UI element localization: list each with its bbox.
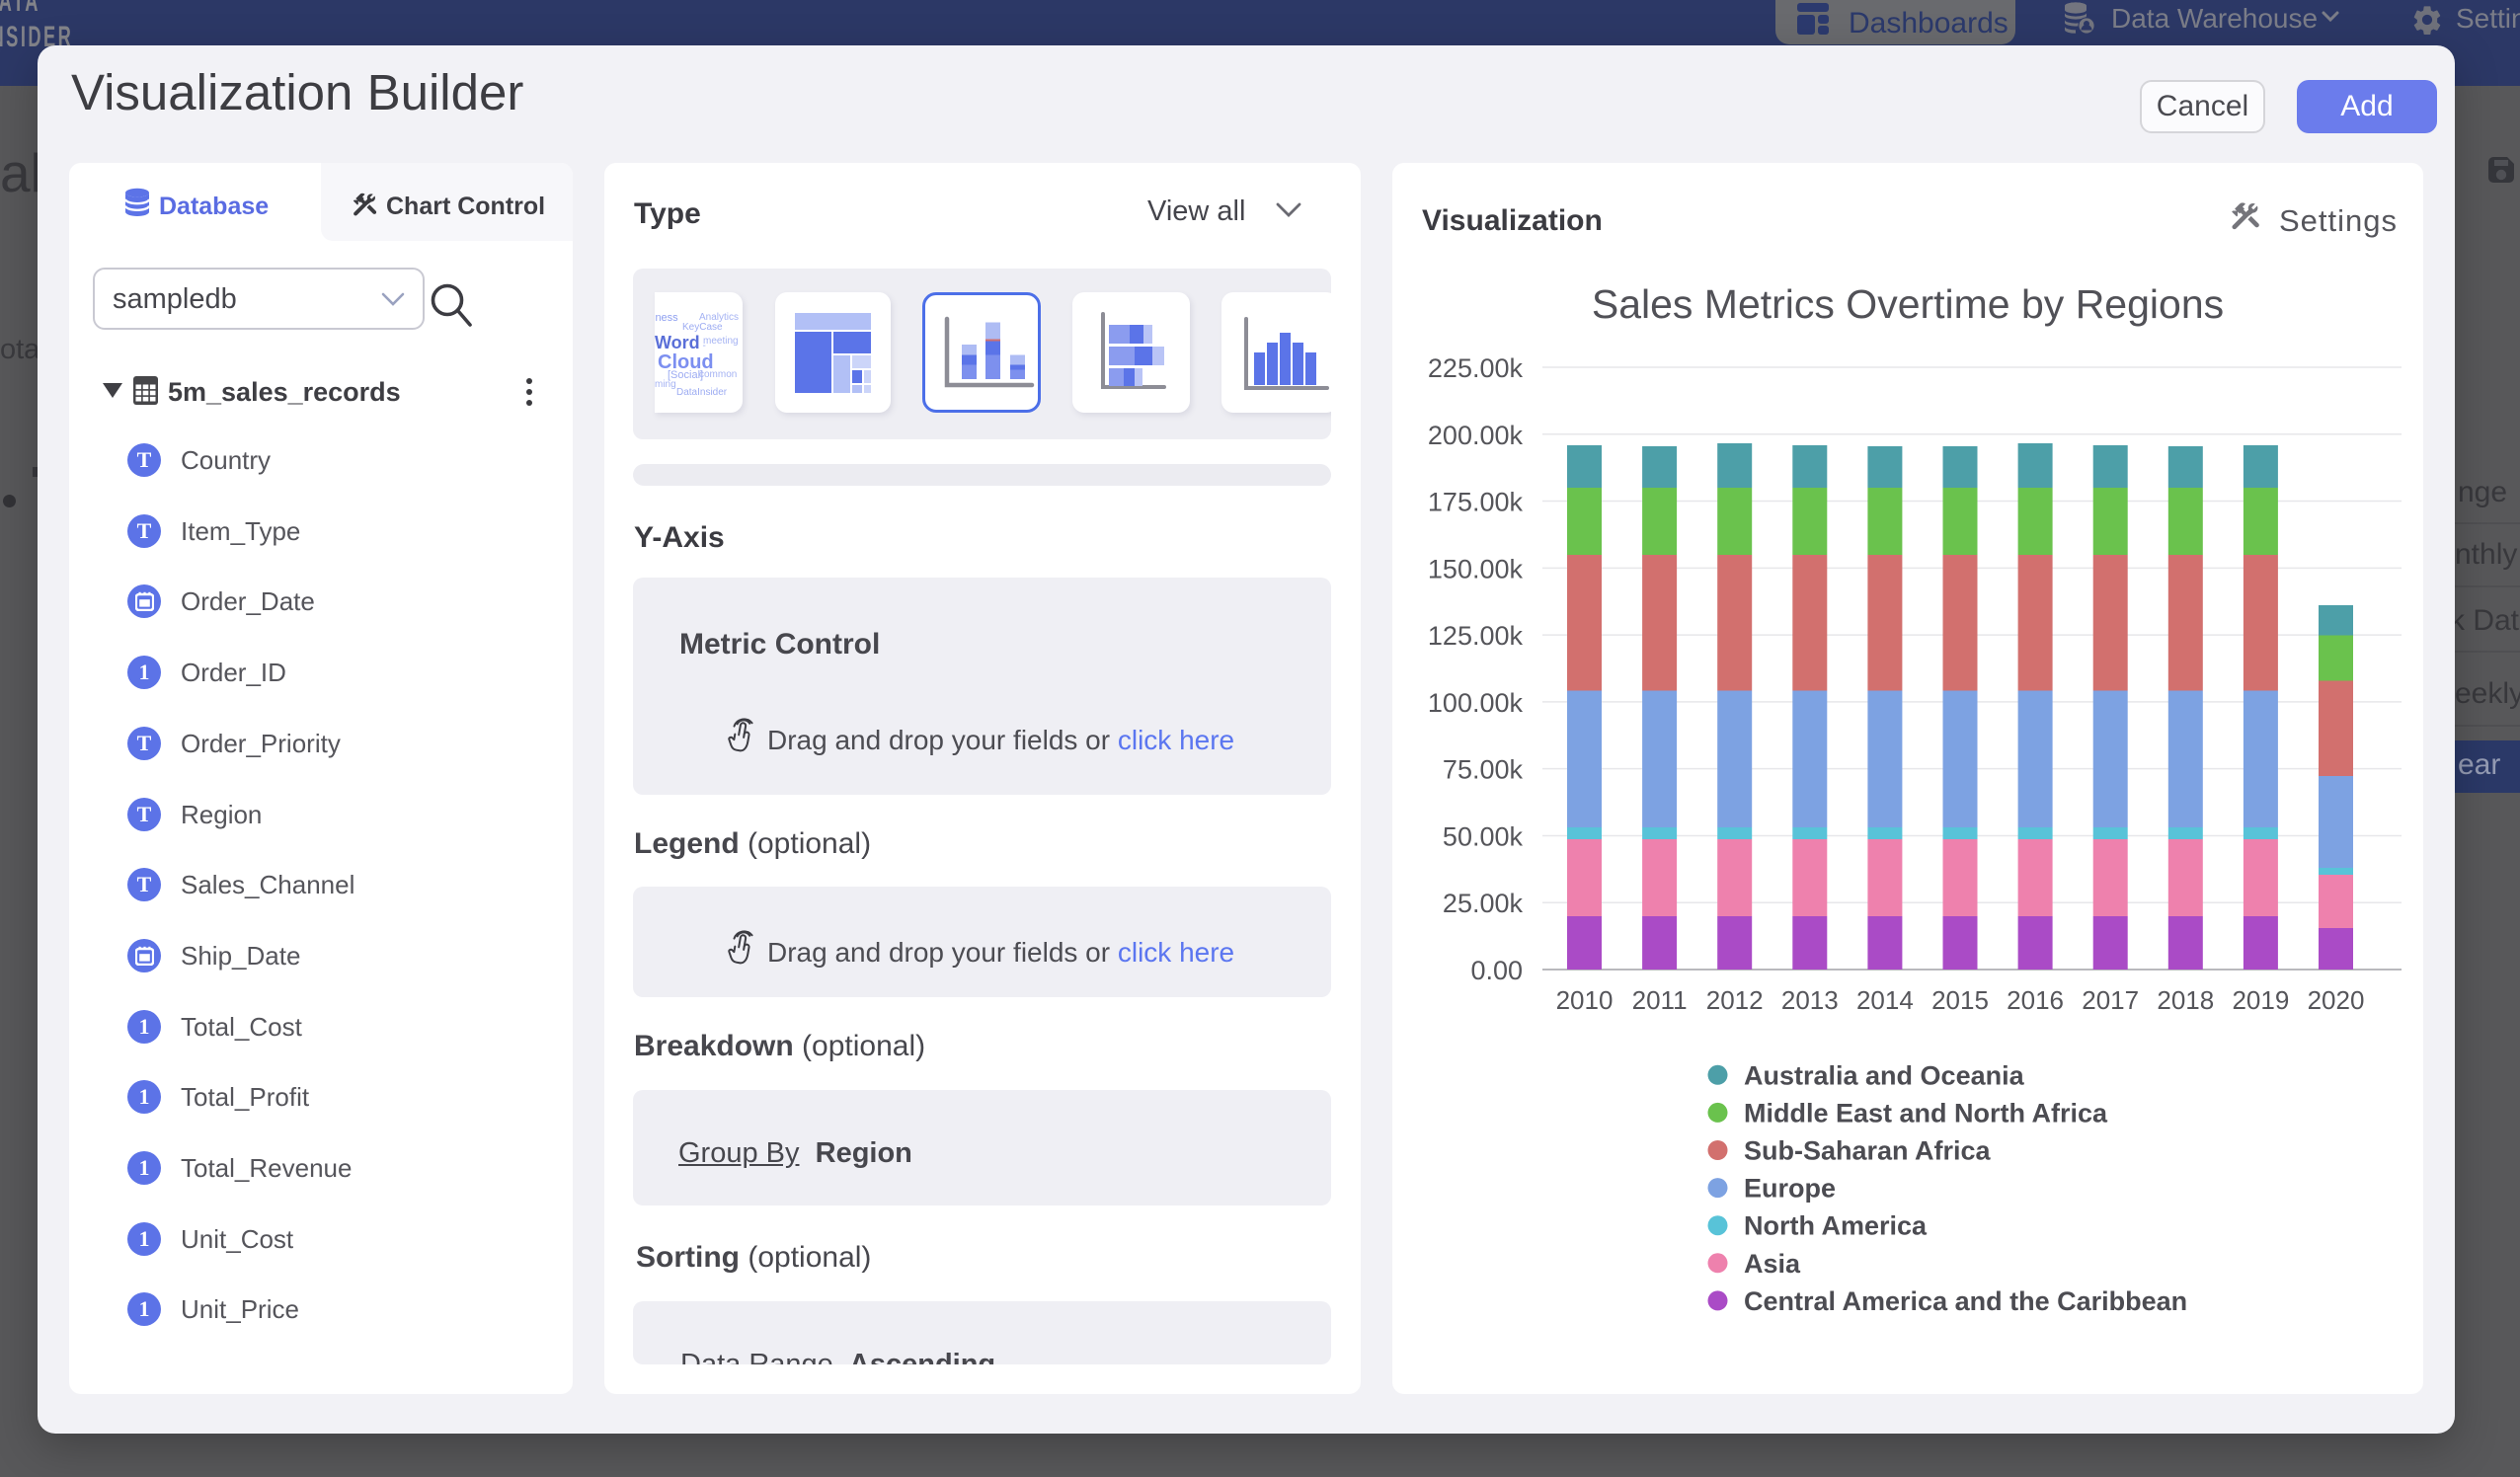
svg-text:Sub-Saharan Africa: Sub-Saharan Africa xyxy=(1744,1136,1992,1166)
svg-text:2012: 2012 xyxy=(1706,985,1764,1015)
svg-text:Sales Metrics Overtime by Regi: Sales Metrics Overtime by Regions xyxy=(1592,281,2224,327)
svg-text:2018: 2018 xyxy=(2157,985,2214,1015)
svg-text:Central America and the Caribb: Central America and the Caribbean xyxy=(1744,1286,2187,1316)
svg-text:50.00k: 50.00k xyxy=(1443,821,1524,851)
svg-text:2017: 2017 xyxy=(2082,985,2139,1015)
svg-text:2019: 2019 xyxy=(2232,985,2289,1015)
svg-text:75.00k: 75.00k xyxy=(1443,755,1524,785)
svg-text:2014: 2014 xyxy=(1856,985,1914,1015)
svg-text:Middle East and North Africa: Middle East and North Africa xyxy=(1744,1098,2108,1127)
svg-text:125.00k: 125.00k xyxy=(1428,621,1524,651)
svg-text:2016: 2016 xyxy=(2007,985,2064,1015)
svg-text:2011: 2011 xyxy=(1632,985,1688,1015)
svg-text:225.00k: 225.00k xyxy=(1428,353,1524,383)
svg-text:2010: 2010 xyxy=(1556,985,1614,1015)
svg-text:175.00k: 175.00k xyxy=(1428,488,1524,517)
svg-text:0.00: 0.00 xyxy=(1470,956,1523,985)
svg-text:2020: 2020 xyxy=(2308,985,2365,1015)
svg-text:Europe: Europe xyxy=(1744,1174,1836,1204)
svg-text:200.00k: 200.00k xyxy=(1428,421,1524,450)
svg-text:Australia and Oceania: Australia and Oceania xyxy=(1744,1060,2025,1090)
svg-text:North America: North America xyxy=(1744,1211,1928,1241)
svg-text:2015: 2015 xyxy=(1931,985,1989,1015)
svg-text:25.00k: 25.00k xyxy=(1443,889,1524,918)
svg-text:150.00k: 150.00k xyxy=(1428,554,1524,583)
svg-text:Asia: Asia xyxy=(1744,1249,1801,1279)
svg-text:100.00k: 100.00k xyxy=(1428,688,1524,718)
svg-text:2013: 2013 xyxy=(1781,985,1839,1015)
